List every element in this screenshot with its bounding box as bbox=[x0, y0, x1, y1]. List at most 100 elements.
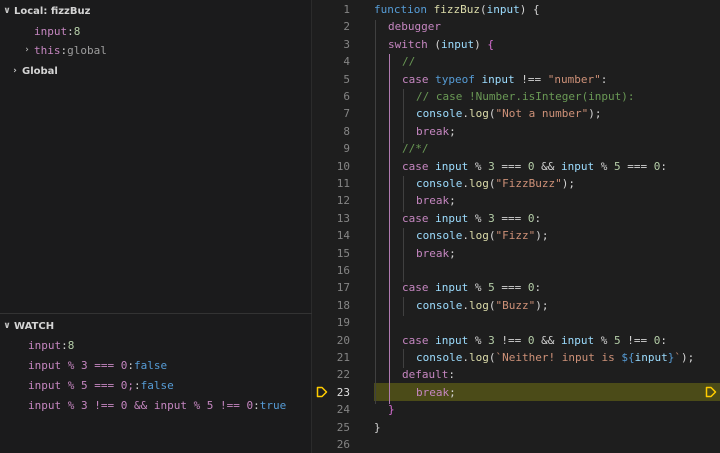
watch-expression[interactable]: input % 3 === 0 : false bbox=[28, 356, 167, 374]
code-line[interactable]: console.log("FizzBuzz"); bbox=[374, 175, 575, 192]
debug-paused-arrow-icon bbox=[316, 386, 328, 398]
code-token: . bbox=[462, 298, 469, 312]
variable-row-this[interactable]: › this : global bbox=[20, 41, 107, 59]
code-line[interactable]: debugger bbox=[374, 18, 441, 35]
code-line[interactable]: case input % 5 === 0: bbox=[374, 279, 541, 296]
global-scope-header[interactable]: › Global bbox=[8, 62, 58, 80]
code-token: case bbox=[402, 72, 436, 86]
code-token: % bbox=[468, 211, 489, 225]
code-line[interactable]: // bbox=[374, 53, 415, 70]
watch-expression[interactable]: input : 8 bbox=[28, 336, 74, 354]
debug-sidebar: ∨ Local: fizzBuz input : 8 › this : glob… bbox=[0, 0, 312, 453]
code-token: ); bbox=[561, 177, 575, 190]
code-line[interactable]: //*/ bbox=[374, 140, 429, 157]
line-number[interactable]: 21 bbox=[312, 349, 350, 366]
code-token: //*/ bbox=[402, 142, 429, 156]
line-number[interactable]: 14 bbox=[312, 227, 350, 244]
line-number[interactable]: 6 bbox=[312, 88, 350, 105]
code-token: ) bbox=[474, 37, 488, 51]
code-line[interactable]: default: bbox=[374, 366, 455, 383]
code-token: 3 bbox=[488, 211, 495, 225]
line-number[interactable]: 20 bbox=[312, 332, 350, 349]
line-number[interactable]: 26 bbox=[312, 436, 350, 453]
watch-expression[interactable]: input % 5 === 0; : false bbox=[28, 376, 174, 394]
code-token: break bbox=[416, 246, 450, 260]
code-line[interactable]: // case !Number.isInteger(input): bbox=[374, 88, 635, 105]
code-line[interactable]: case input % 3 === 0: bbox=[374, 210, 541, 227]
watch-separator: : bbox=[253, 398, 260, 412]
code-token: } bbox=[388, 403, 395, 417]
line-number[interactable]: 24 bbox=[312, 401, 350, 418]
code-token: console bbox=[416, 177, 463, 190]
code-token: } bbox=[374, 420, 381, 434]
code-token: switch bbox=[388, 37, 435, 51]
line-number[interactable]: 7 bbox=[312, 105, 350, 122]
code-line[interactable]: } bbox=[374, 401, 395, 418]
code-line[interactable]: break; bbox=[374, 245, 456, 262]
code-line[interactable]: break; bbox=[374, 123, 456, 140]
line-number[interactable]: 18 bbox=[312, 297, 350, 314]
line-number[interactable]: 12 bbox=[312, 192, 350, 209]
line-number[interactable]: 25 bbox=[312, 419, 350, 436]
code-token: === bbox=[494, 281, 528, 295]
code-line[interactable]: console.log("Fizz"); bbox=[374, 227, 548, 244]
variable-row-input[interactable]: input : 8 bbox=[34, 22, 80, 40]
code-line[interactable]: break; bbox=[374, 192, 456, 209]
code-line[interactable]: console.log("Not a number"); bbox=[374, 105, 601, 122]
line-number[interactable]: 22 bbox=[312, 366, 350, 383]
code-token: input bbox=[634, 351, 668, 364]
code-token: && bbox=[534, 333, 561, 347]
line-number[interactable]: 5 bbox=[312, 71, 350, 88]
code-line[interactable]: case typeof input !== "number": bbox=[374, 71, 607, 88]
code-token: : bbox=[660, 333, 667, 347]
chevron-right-icon: › bbox=[25, 45, 29, 55]
variable-value: global bbox=[67, 43, 107, 57]
code-line[interactable]: console.log("Buzz"); bbox=[374, 297, 548, 314]
code-editor[interactable]: 1 2 3 4 5 6 7 8 9 10 11 12 13 14 15 16 17 18 19 20 21 22 23 24 2… bbox=[312, 0, 720, 453]
code-token: debugger bbox=[388, 20, 441, 34]
watch-expression[interactable]: input % 3 !== 0 && input % 5 !== 0 : tru… bbox=[28, 396, 286, 414]
line-number[interactable]: 15 bbox=[312, 245, 350, 262]
line-number[interactable]: 10 bbox=[312, 158, 350, 175]
watch-section-header[interactable]: ∨ WATCH bbox=[0, 317, 54, 335]
vscode-debug-window: ∨ Local: fizzBuz input : 8 › this : glob… bbox=[0, 0, 720, 453]
code-line[interactable]: break; bbox=[374, 384, 456, 401]
line-number[interactable]: 19 bbox=[312, 314, 350, 331]
code-token: ; bbox=[449, 246, 456, 260]
line-number[interactable]: 9 bbox=[312, 140, 350, 157]
code-line[interactable]: case input % 3 === 0 && input % 5 === 0: bbox=[374, 158, 667, 175]
line-number[interactable]: 13 bbox=[312, 210, 350, 227]
code-token: default bbox=[402, 368, 449, 382]
line-number[interactable]: 3 bbox=[312, 36, 350, 53]
code-token: . bbox=[462, 177, 469, 190]
code-line[interactable]: function fizzBuz(input) { bbox=[374, 1, 540, 18]
code-token: input bbox=[561, 159, 595, 173]
local-scope-header[interactable]: ∨ Local: fizzBuz bbox=[0, 2, 90, 20]
line-number[interactable]: 11 bbox=[312, 175, 350, 192]
watch-divider[interactable] bbox=[0, 313, 312, 314]
code-token: function bbox=[374, 3, 434, 16]
chevron-down-icon: ∨ bbox=[3, 321, 11, 331]
line-number[interactable]: 1 bbox=[312, 1, 350, 18]
code-token: !== bbox=[494, 333, 528, 347]
code-line[interactable]: switch (input) { bbox=[374, 36, 494, 53]
code-token: case bbox=[402, 281, 436, 295]
code-token: console bbox=[416, 107, 463, 121]
line-number[interactable]: 8 bbox=[312, 123, 350, 140]
line-number[interactable]: 17 bbox=[312, 279, 350, 296]
code-token: log bbox=[468, 107, 489, 121]
code-line[interactable]: } bbox=[374, 419, 381, 436]
code-line[interactable]: console.log(`Neither! input is ${input}`… bbox=[374, 349, 694, 366]
code-token: { bbox=[487, 37, 494, 51]
code-token: input bbox=[435, 211, 469, 225]
variable-name: input bbox=[34, 24, 68, 38]
line-number[interactable]: 16 bbox=[312, 262, 350, 279]
code-token: "FizzBuzz" bbox=[495, 177, 562, 190]
code-token: 5 bbox=[614, 333, 621, 347]
line-number[interactable]: 2 bbox=[312, 18, 350, 35]
code-line[interactable]: case input % 3 !== 0 && input % 5 !== 0: bbox=[374, 332, 667, 349]
code-token: 0 bbox=[527, 281, 535, 295]
line-number[interactable]: 4 bbox=[312, 53, 350, 70]
code-token: // case !Number.isInteger(input): bbox=[416, 90, 635, 103]
code-token: 3 bbox=[488, 159, 495, 173]
